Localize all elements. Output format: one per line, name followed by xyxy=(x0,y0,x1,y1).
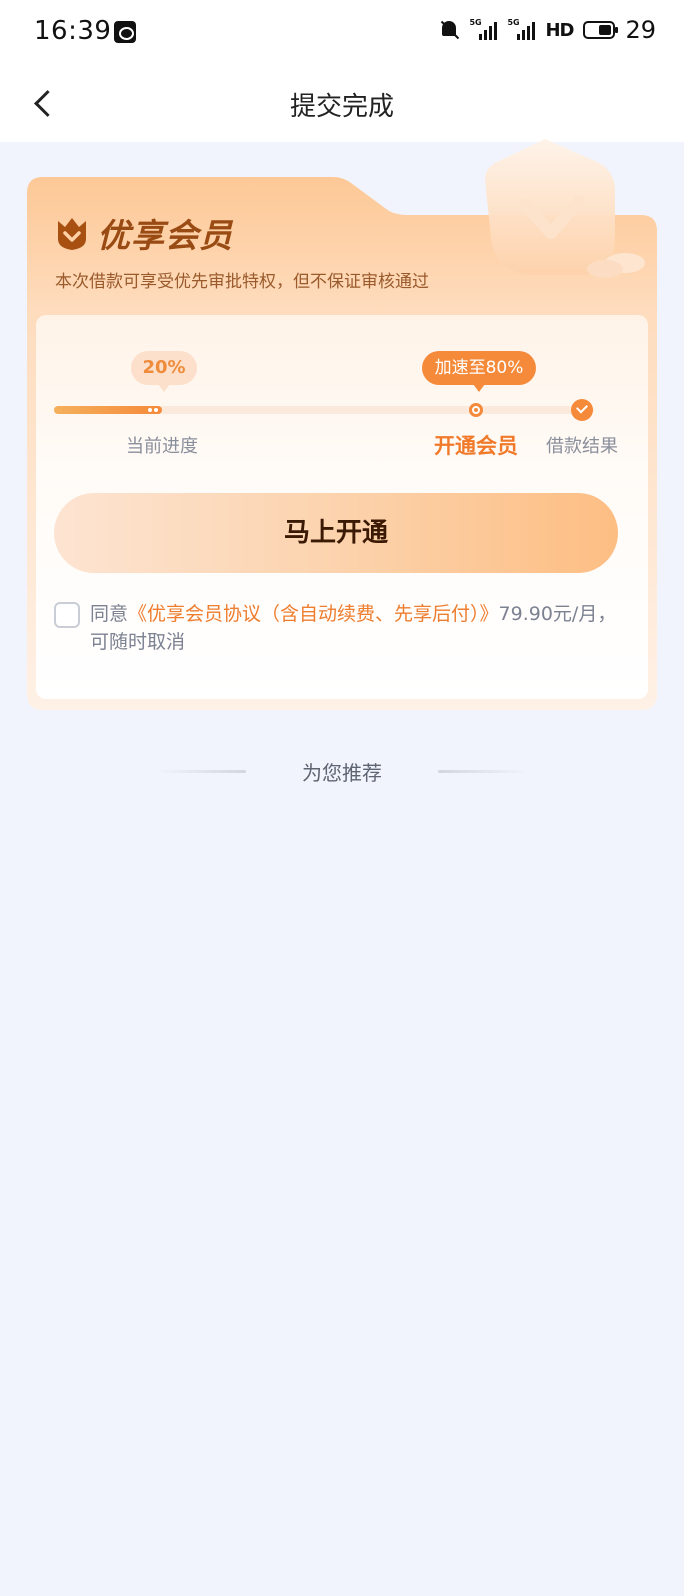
signal-icon: 5G xyxy=(469,18,498,40)
speed-up-bubble: 加速至80% xyxy=(422,351,536,392)
bell-off-icon xyxy=(439,19,459,41)
page-title: 提交完成 xyxy=(289,92,394,122)
step-label-current: 当前进度 xyxy=(126,436,198,457)
progress-fill xyxy=(54,406,162,414)
current-progress-bubble: 20% xyxy=(131,351,197,392)
agreement-link[interactable]: 《优享会员协议（含自动续费、先享后付）》 xyxy=(128,603,499,625)
network-label: HD xyxy=(545,19,574,41)
battery-icon xyxy=(583,21,619,39)
agreement-checkbox[interactable] xyxy=(54,602,80,628)
battery-level: 29 xyxy=(625,16,656,44)
signal-label: 5G xyxy=(507,18,520,27)
divider-right xyxy=(438,770,528,773)
card-subtitle: 本次借款可享受优先审批特权，但不保证审核通过 xyxy=(55,272,429,292)
recommend-section-header: 为您推荐 xyxy=(0,753,684,793)
status-indicators: 5G 5G HD 29 xyxy=(439,16,656,44)
step-label-member: 开通会员 xyxy=(434,434,518,458)
check-icon xyxy=(571,399,593,421)
status-bar: 16:39 5G 5G HD 29 xyxy=(0,0,684,64)
card-title-row: 优享会员 xyxy=(55,209,233,257)
open-membership-button[interactable]: 马上开通 xyxy=(54,493,618,573)
member-card: 优享会员 本次借款可享受优先审批特权，但不保证审核通过 20% 加速至80% 当… xyxy=(27,139,657,710)
progress-track xyxy=(54,406,594,414)
step-label-result: 借款结果 xyxy=(546,436,618,457)
status-time: 16:39 xyxy=(34,16,112,46)
signal-label: 5G xyxy=(469,18,482,27)
agreement-text: 同意《优享会员协议（含自动续费、先享后付）》79.90元/月，可随时取消 xyxy=(90,600,618,656)
member-step-node xyxy=(469,403,483,417)
signal-icon: 5G xyxy=(507,18,536,40)
card-title: 优享会员 xyxy=(97,216,233,255)
membership-panel: 20% 加速至80% 当前进度 开通会员 借款结果 马上开通 同意《优享会员协议… xyxy=(36,315,648,699)
shield-decoration-icon xyxy=(485,139,645,278)
weibo-icon xyxy=(114,21,136,43)
nav-bar: 提交完成 xyxy=(0,64,684,142)
agreement-prefix: 同意 xyxy=(90,603,129,625)
recommend-title: 为您推荐 xyxy=(302,761,382,785)
crown-shield-icon xyxy=(58,218,86,250)
